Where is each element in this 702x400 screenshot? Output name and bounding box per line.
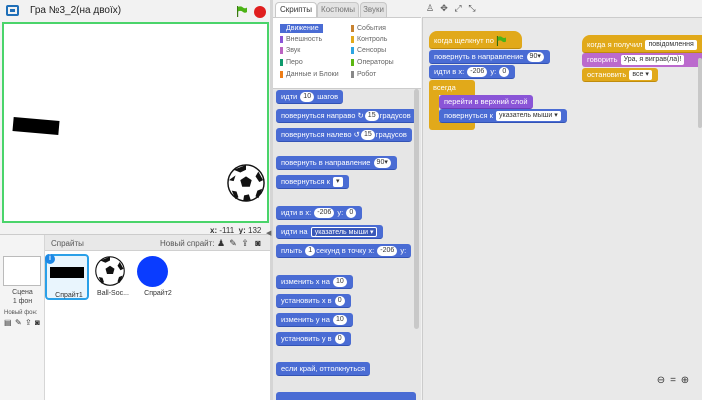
block-set-y[interactable]: установить у в 0 bbox=[276, 332, 351, 346]
goto-xy-block[interactable]: идти в x: -206 y: 0 bbox=[429, 65, 516, 79]
info-icon[interactable]: i bbox=[45, 254, 55, 264]
ball-thumbnail bbox=[95, 256, 125, 286]
sprites-label: Спрайты bbox=[51, 239, 84, 248]
zoom-reset-icon[interactable]: = bbox=[668, 376, 678, 386]
category-data[interactable]: Данные и Блоки bbox=[280, 70, 339, 79]
new-sprite-label: Новый спрайт: bbox=[160, 239, 215, 248]
soccer-ball-sprite[interactable] bbox=[227, 164, 265, 202]
camera-sprite-icon[interactable]: ◙ bbox=[253, 238, 263, 248]
script-area-scrollbar[interactable] bbox=[698, 58, 702, 128]
block-point-direction[interactable]: повернуть в направление 90▾ bbox=[276, 156, 397, 170]
camera-backdrop-icon[interactable]: ◙ bbox=[35, 319, 44, 327]
go-to-front-block[interactable]: перейти в верхний слой bbox=[439, 95, 533, 109]
block-turn-left[interactable]: повернуться налево ↺ 15 градусов bbox=[276, 128, 412, 142]
green-flag-icon[interactable] bbox=[236, 6, 247, 17]
green-flag-icon bbox=[496, 36, 506, 47]
sprite-tile-ball[interactable]: Ball-Soc... bbox=[91, 254, 135, 300]
paint-backdrop-icon[interactable]: ✎ bbox=[15, 319, 24, 327]
block-palette: Движение Внешность Звук Перо Данные и Бл… bbox=[273, 17, 421, 400]
block-point-towards[interactable]: повернуться к ▾ bbox=[276, 175, 349, 189]
block-change-y[interactable]: изменить у на 10 bbox=[276, 313, 353, 327]
sprite-pane: Сцена 1 фон Новый фон: ▤ ✎ ⇪ ◙ Спрайты Н… bbox=[0, 234, 272, 400]
category-control[interactable]: Контроль bbox=[351, 35, 387, 44]
sprite-library-icon[interactable]: ♟ bbox=[216, 238, 226, 248]
tab-costumes[interactable]: Костюмы bbox=[317, 2, 359, 17]
sprite2-thumbnail bbox=[137, 256, 168, 287]
sprite-tile-sprite1[interactable]: i Спрайт1 bbox=[45, 254, 89, 300]
project-title[interactable]: Гра №3_2(на двоїх) bbox=[30, 5, 121, 16]
category-looks[interactable]: Внешность bbox=[280, 35, 322, 44]
category-motion[interactable]: Движение bbox=[280, 24, 323, 33]
forever-bottom bbox=[429, 122, 475, 130]
category-sensing[interactable]: Сенсоры bbox=[351, 46, 386, 55]
fullscreen-icon[interactable] bbox=[6, 5, 19, 16]
stage-thumbnail-column: Сцена 1 фон Новый фон: ▤ ✎ ⇪ ◙ bbox=[0, 235, 45, 400]
stop-all-block[interactable]: остановить все ▾ bbox=[582, 68, 658, 82]
palette-scrollbar[interactable] bbox=[414, 89, 419, 329]
shrink-icon[interactable]: ⤡ bbox=[467, 3, 477, 13]
category-list: Движение Внешность Звук Перо Данные и Бл… bbox=[273, 18, 421, 86]
point-direction-block[interactable]: повернуть в направление 90▾ bbox=[429, 50, 550, 64]
category-sound[interactable]: Звук bbox=[280, 46, 300, 55]
zoom-in-icon[interactable]: ⊕ bbox=[680, 376, 690, 386]
sprites-header: Спрайты Новый спрайт: ♟ ✎ ⇪ ◙ bbox=[45, 235, 272, 251]
collapse-arrow-icon[interactable]: ◀ bbox=[266, 229, 271, 237]
zoom-out-icon[interactable]: ⊖ bbox=[656, 376, 666, 386]
block-glide[interactable]: плыть 1 секунд в точку x: -206 y: bbox=[276, 244, 412, 258]
new-backdrop-label: Новый фон: bbox=[4, 310, 38, 316]
delete-icon[interactable]: ✥ bbox=[439, 3, 449, 13]
duplicate-icon[interactable]: ♙ bbox=[425, 3, 435, 13]
say-block[interactable]: говорить Ура, я виграв(ла)! bbox=[582, 53, 702, 67]
point-towards-block[interactable]: повернуться к указатель мыши ▾ bbox=[439, 109, 567, 123]
forever-arm bbox=[429, 95, 439, 123]
stage-thumbnail-label: Сцена 1 фон bbox=[12, 289, 33, 305]
block-goto[interactable]: идти на указатель мыши ▾ bbox=[276, 225, 384, 239]
category-pen[interactable]: Перо bbox=[280, 58, 303, 67]
forever-block[interactable]: всегда bbox=[429, 80, 475, 95]
block-bounce[interactable]: если край, оттолкнуться bbox=[276, 362, 371, 376]
category-robot[interactable]: Робот bbox=[351, 70, 376, 79]
paint-sprite-icon[interactable]: ✎ bbox=[228, 238, 238, 248]
stage-header: Гра №3_2(на двоїх) bbox=[0, 0, 273, 22]
paddle-sprite[interactable] bbox=[12, 117, 60, 135]
category-events[interactable]: События bbox=[351, 24, 386, 33]
sprite-tile-sprite2[interactable]: Спрайт2 bbox=[136, 254, 180, 300]
stage-canvas[interactable] bbox=[2, 22, 269, 223]
palette-blocks: идти 10 шагов повернуться направо ↻ 15 гра… bbox=[273, 88, 421, 400]
block-change-x[interactable]: изменить х на 10 bbox=[276, 275, 353, 289]
sprite-name: Спрайт2 bbox=[144, 290, 172, 297]
block-set-x[interactable]: установить х в 0 bbox=[276, 294, 351, 308]
grow-icon[interactable]: ⤢ bbox=[453, 3, 463, 13]
category-operators[interactable]: Операторы bbox=[351, 58, 394, 67]
upload-backdrop-icon[interactable]: ⇪ bbox=[25, 319, 34, 327]
block-move-steps[interactable]: идти 10 шагов bbox=[276, 90, 344, 104]
sprite1-thumbnail bbox=[50, 267, 84, 278]
backdrop-library-icon[interactable]: ▤ bbox=[4, 319, 13, 327]
when-flag-clicked-block[interactable]: когда щелкнут по bbox=[429, 31, 522, 49]
script-area[interactable]: когда щелкнут по повернуть в направление… bbox=[422, 17, 702, 400]
block-partial[interactable] bbox=[276, 392, 416, 400]
tab-scripts[interactable]: Скрипты bbox=[275, 2, 317, 18]
block-goto-xy[interactable]: идти в x: -206 y: 0 bbox=[276, 206, 363, 220]
upload-sprite-icon[interactable]: ⇪ bbox=[240, 238, 250, 248]
tab-sounds[interactable]: Звуки bbox=[360, 2, 387, 17]
stage-thumbnail[interactable] bbox=[3, 256, 41, 286]
stop-button[interactable] bbox=[254, 6, 266, 18]
when-i-receive-block[interactable]: когда я получил повідомлення bbox=[582, 35, 702, 53]
block-turn-right[interactable]: повернуться направо ↻ 15 градусов bbox=[276, 109, 416, 123]
